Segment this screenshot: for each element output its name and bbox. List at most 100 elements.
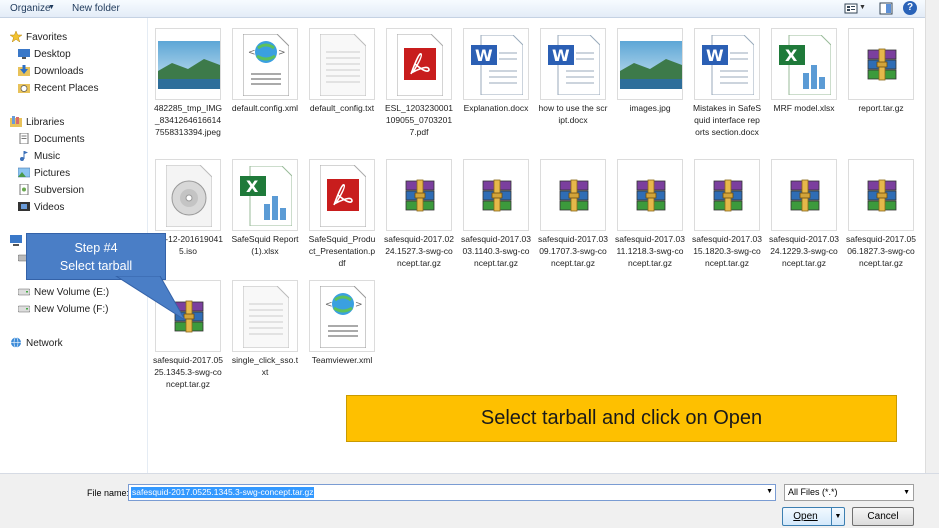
file-name: safesquid-2017.0224.1527.3-swg-concept.t… <box>384 234 454 268</box>
nav-downloads-label: Downloads <box>34 66 84 77</box>
nav-videos-label: Videos <box>34 202 65 213</box>
nav-desktop-label: Desktop <box>34 49 71 60</box>
nav-volume-e[interactable]: New Volume (E:) <box>18 286 109 300</box>
nav-favorites-label: Favorites <box>26 32 68 43</box>
file-item[interactable]: 482285_tmp_IMG_83412646166147558313394.j… <box>153 28 223 138</box>
file-item[interactable]: safesquid-2017.0311.1218.3-swg-concept.t… <box>615 159 685 269</box>
svg-text:X: X <box>785 46 798 65</box>
file-item[interactable]: W Mistakes in SafeSquid interface reports… <box>692 28 762 138</box>
file-name: how to use the script.docx <box>538 103 608 125</box>
file-name: Mistakes in SafeSquid interface reports … <box>692 103 762 137</box>
nav-subversion[interactable]: Subversion <box>18 184 84 198</box>
nav-computer[interactable] <box>10 235 26 249</box>
file-item[interactable]: report.tar.gz <box>846 28 916 114</box>
file-name: default_config.txt <box>309 103 375 113</box>
callout-pointer <box>115 276 186 321</box>
nav-network[interactable]: Network <box>10 337 63 351</box>
nav-videos[interactable]: Videos <box>18 201 64 215</box>
documents-icon <box>19 133 29 144</box>
nav-music-label: Music <box>34 151 61 162</box>
nav-desktop[interactable]: Desktop <box>18 48 71 62</box>
star-icon <box>10 31 22 42</box>
file-item[interactable]: W Explanation.docx <box>461 28 531 114</box>
view-dropdown-icon[interactable]: ▼ <box>859 4 866 11</box>
pictures-icon <box>18 167 30 178</box>
svg-text:W: W <box>706 46 724 65</box>
rar-file-icon <box>848 159 914 231</box>
file-name: safesquid-2017.0303.1140.3-swg-concept.t… <box>461 234 531 268</box>
file-name-value: safesquid-2017.0525.1345.3-swg-concept.t… <box>131 487 315 498</box>
file-item[interactable]: images.jpg <box>615 28 685 114</box>
file-name: ESL_1203230001109055_07032017.pdf <box>384 103 454 137</box>
file-item[interactable]: ESL_1203230001109055_07032017.pdf <box>384 28 454 138</box>
help-icon[interactable]: ? <box>903 1 917 15</box>
file-name: safesquid-2017.0311.1218.3-swg-concept.t… <box>615 234 685 268</box>
chevron-down-icon[interactable]: ▼ <box>766 488 773 495</box>
file-item[interactable]: safesquid-2017.0224.1527.3-swg-concept.t… <box>384 159 454 269</box>
xlsx-file-icon: X <box>232 159 298 231</box>
videos-icon <box>18 202 30 211</box>
organize-button[interactable]: Organize <box>10 3 51 14</box>
file-item[interactable]: SafeSquid_Product_Presentation.pdf <box>307 159 377 269</box>
docx-file-icon: W <box>463 28 529 100</box>
file-item[interactable]: X SafeSquid Report(1).xlsx <box>230 159 300 257</box>
vertical-scrollbar[interactable] <box>925 0 939 473</box>
rar-file-icon <box>771 159 837 231</box>
nav-pictures[interactable]: Pictures <box>18 167 70 181</box>
nav-music[interactable]: Music <box>18 150 60 164</box>
pdf-file-icon <box>309 159 375 231</box>
nav-downloads[interactable]: Downloads <box>18 65 83 79</box>
svg-text:<: < <box>325 300 333 310</box>
nav-libraries[interactable]: Libraries <box>10 116 64 130</box>
file-item[interactable]: single_click_sso.txt <box>230 280 300 378</box>
open-button[interactable]: Open ▼ <box>782 507 845 526</box>
file-name-input[interactable]: safesquid-2017.0525.1345.3-swg-concept.t… <box>128 484 776 501</box>
file-name: MRF model.xlsx <box>773 103 835 113</box>
file-item[interactable]: safesquid-2017.0315.1820.3-swg-concept.t… <box>692 159 762 269</box>
nav-volume-e-label: New Volume (E:) <box>34 287 110 298</box>
file-name: report.tar.gz <box>858 103 904 113</box>
file-item[interactable]: default_config.txt <box>307 28 377 114</box>
nav-volume-f[interactable]: New Volume (F:) <box>18 303 108 317</box>
file-item[interactable]: safesquid-2017.0309.1707.3-swg-concept.t… <box>538 159 608 269</box>
new-folder-button[interactable]: New folder <box>72 3 120 14</box>
chevron-down-icon: ▼ <box>903 489 910 496</box>
drive-icon <box>18 305 30 313</box>
file-item[interactable]: < > default.config.xml <box>230 28 300 114</box>
step-callout-subtitle: Select tarball <box>59 259 133 273</box>
preview-pane-icon[interactable] <box>879 2 893 15</box>
subversion-icon <box>19 184 29 195</box>
nav-documents[interactable]: Documents <box>18 133 85 147</box>
svg-text:>: > <box>355 300 363 310</box>
nav-documents-label: Documents <box>34 134 85 145</box>
file-item[interactable]: < > Teamviewer.xml <box>307 280 377 366</box>
file-name: safesquid-2017.0315.1820.3-swg-concept.t… <box>692 234 762 268</box>
nav-recent-places[interactable]: Recent Places <box>18 82 98 96</box>
svg-text:W: W <box>552 46 570 65</box>
rar-file-icon <box>848 28 914 100</box>
svg-text:W: W <box>475 46 493 65</box>
svg-text:X: X <box>246 177 259 196</box>
command-toolbar: Organize ▼ New folder ▼ ? <box>0 0 925 18</box>
file-type-select[interactable]: All Files (*.*) ▼ <box>784 484 914 501</box>
image-file-icon <box>617 28 683 100</box>
file-item[interactable]: Whow to use the script.docx <box>538 28 608 126</box>
file-item[interactable]: safesquid-2017.0506.1827.3-swg-concept.t… <box>846 159 916 269</box>
cancel-button[interactable]: Cancel <box>852 507 914 526</box>
nav-favorites[interactable]: Favorites <box>10 31 67 45</box>
file-item[interactable]: safesquid-2017.0303.1140.3-swg-concept.t… <box>461 159 531 269</box>
file-name: 482285_tmp_IMG_83412646166147558313394.j… <box>153 103 223 137</box>
file-type-value: All Files (*.*) <box>788 487 838 497</box>
docx-file-icon: W <box>694 28 760 100</box>
change-view-icon[interactable] <box>844 2 858 15</box>
file-item[interactable]: X MRF model.xlsx <box>769 28 839 114</box>
open-dropdown-icon[interactable]: ▼ <box>831 508 844 525</box>
file-name: Explanation.docx <box>463 103 529 113</box>
file-name: safesquid-2017.0506.1827.3-swg-concept.t… <box>846 234 916 268</box>
file-item[interactable]: safesquid-2017.0324.1229.3-swg-concept.t… <box>769 159 839 269</box>
organize-dropdown-icon[interactable]: ▼ <box>48 4 55 11</box>
txt-file-icon <box>232 280 298 352</box>
dialog-footer: File name: safesquid-2017.0525.1345.3-sw… <box>0 473 939 528</box>
network-icon <box>11 337 21 348</box>
nav-subversion-label: Subversion <box>34 185 85 196</box>
